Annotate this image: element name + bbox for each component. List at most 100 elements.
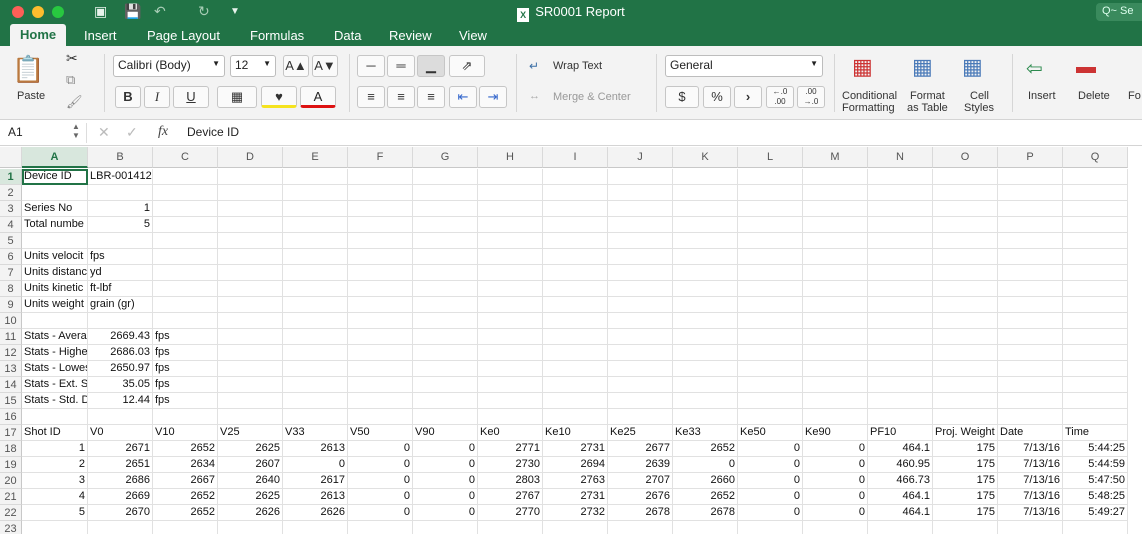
cell-i21[interactable]: 2731 [543, 489, 608, 505]
cell-l4[interactable] [738, 217, 803, 233]
cell-f10[interactable] [348, 313, 413, 329]
cell-g20[interactable]: 0 [413, 473, 478, 489]
cell-c4[interactable] [153, 217, 218, 233]
cell-f13[interactable] [348, 361, 413, 377]
cell-k11[interactable] [673, 329, 738, 345]
column-header-h[interactable]: H [478, 147, 543, 168]
cell-k4[interactable] [673, 217, 738, 233]
cell-p1[interactable] [998, 169, 1063, 185]
row-header[interactable]: 6 [0, 249, 22, 265]
cell-m23[interactable] [803, 521, 868, 534]
cell-b2[interactable] [88, 185, 153, 201]
cell-m20[interactable]: 0 [803, 473, 868, 489]
cell-p11[interactable] [998, 329, 1063, 345]
cell-o19[interactable]: 175 [933, 457, 998, 473]
cell-d20[interactable]: 2640 [218, 473, 283, 489]
row-header[interactable]: 22 [0, 505, 22, 521]
cell-n10[interactable] [868, 313, 933, 329]
cell-p19[interactable]: 7/13/16 [998, 457, 1063, 473]
insert-function-icon[interactable]: fx [158, 124, 168, 140]
conditional-formatting-label[interactable]: Conditional [842, 90, 897, 102]
cell-c11[interactable]: fps [153, 329, 218, 345]
cell-k14[interactable] [673, 377, 738, 393]
cell-q9[interactable] [1063, 297, 1128, 313]
cell-f16[interactable] [348, 409, 413, 425]
cell-a9[interactable]: Units weight [22, 297, 88, 313]
tab-review[interactable]: Review [389, 28, 432, 43]
cell-j16[interactable] [608, 409, 673, 425]
cell-g17[interactable]: V90 [413, 425, 478, 441]
column-header-i[interactable]: I [543, 147, 608, 168]
cell-n19[interactable]: 460.95 [868, 457, 933, 473]
cell-e16[interactable] [283, 409, 348, 425]
cell-g12[interactable] [413, 345, 478, 361]
cell-o4[interactable] [933, 217, 998, 233]
cell-h5[interactable] [478, 233, 543, 249]
cell-c5[interactable] [153, 233, 218, 249]
cell-m18[interactable]: 0 [803, 441, 868, 457]
cell-c16[interactable] [153, 409, 218, 425]
cell-a20[interactable]: 3 [22, 473, 88, 489]
cell-a16[interactable] [22, 409, 88, 425]
cell-n4[interactable] [868, 217, 933, 233]
cell-l3[interactable] [738, 201, 803, 217]
cell-j11[interactable] [608, 329, 673, 345]
formula-input[interactable]: Device ID [187, 125, 239, 139]
column-header-b[interactable]: B [88, 147, 153, 168]
font-size-dropdown[interactable]: 12 ▼ [230, 55, 276, 77]
cell-b20[interactable]: 2686 [88, 473, 153, 489]
cell-p2[interactable] [998, 185, 1063, 201]
cell-g8[interactable] [413, 281, 478, 297]
cell-n11[interactable] [868, 329, 933, 345]
bold-button[interactable]: B [115, 86, 141, 108]
cell-g18[interactable]: 0 [413, 441, 478, 457]
cell-b5[interactable] [88, 233, 153, 249]
row-header[interactable]: 8 [0, 281, 22, 297]
cell-i18[interactable]: 2731 [543, 441, 608, 457]
column-header-c[interactable]: C [153, 147, 218, 168]
cell-e13[interactable] [283, 361, 348, 377]
cell-f5[interactable] [348, 233, 413, 249]
cell-g1[interactable] [413, 169, 478, 185]
insert-cells-button[interactable]: Insert [1028, 90, 1056, 102]
column-header-l[interactable]: L [738, 147, 803, 168]
cell-h4[interactable] [478, 217, 543, 233]
align-left-button[interactable]: ≡ [357, 86, 385, 108]
cell-n17[interactable]: PF10 [868, 425, 933, 441]
cell-n14[interactable] [868, 377, 933, 393]
cell-a1[interactable]: Device ID [22, 169, 88, 185]
cell-d11[interactable] [218, 329, 283, 345]
cell-i17[interactable]: Ke10 [543, 425, 608, 441]
cell-k18[interactable]: 2652 [673, 441, 738, 457]
cell-e2[interactable] [283, 185, 348, 201]
cell-d12[interactable] [218, 345, 283, 361]
cell-h19[interactable]: 2730 [478, 457, 543, 473]
cell-d21[interactable]: 2625 [218, 489, 283, 505]
decrease-indent-button[interactable]: ⇤ [449, 86, 477, 108]
cell-n18[interactable]: 464.1 [868, 441, 933, 457]
cell-k23[interactable] [673, 521, 738, 534]
cell-o13[interactable] [933, 361, 998, 377]
cell-j20[interactable]: 2707 [608, 473, 673, 489]
cell-j8[interactable] [608, 281, 673, 297]
cell-e19[interactable]: 0 [283, 457, 348, 473]
cell-o15[interactable] [933, 393, 998, 409]
cell-d8[interactable] [218, 281, 283, 297]
cell-i16[interactable] [543, 409, 608, 425]
cell-f17[interactable]: V50 [348, 425, 413, 441]
cell-d14[interactable] [218, 377, 283, 393]
cell-e14[interactable] [283, 377, 348, 393]
cell-l17[interactable]: Ke50 [738, 425, 803, 441]
cell-d19[interactable]: 2607 [218, 457, 283, 473]
cell-d5[interactable] [218, 233, 283, 249]
cell-k10[interactable] [673, 313, 738, 329]
cell-i7[interactable] [543, 265, 608, 281]
cell-c9[interactable] [153, 297, 218, 313]
decrease-font-button[interactable]: A▼ [312, 55, 338, 77]
cell-o11[interactable] [933, 329, 998, 345]
cell-b23[interactable] [88, 521, 153, 534]
cell-j4[interactable] [608, 217, 673, 233]
cell-f23[interactable] [348, 521, 413, 534]
cell-l12[interactable] [738, 345, 803, 361]
cell-g13[interactable] [413, 361, 478, 377]
